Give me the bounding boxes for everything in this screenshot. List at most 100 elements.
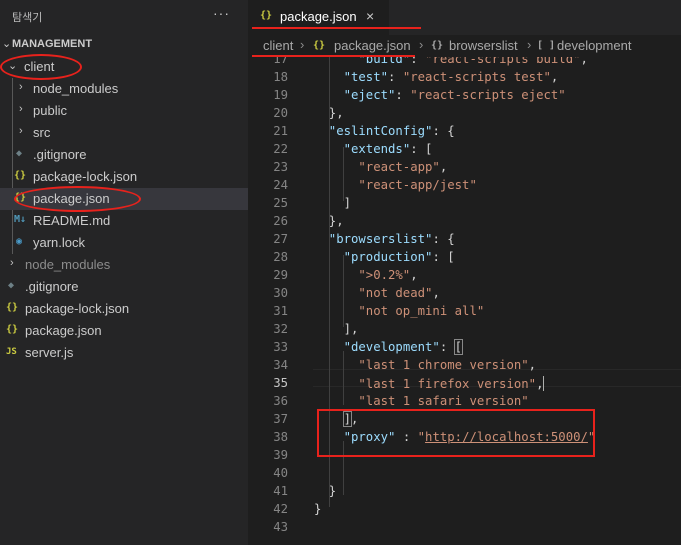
code-line[interactable]: 28 "production": [ [248,249,681,267]
code-line[interactable]: 35 "last 1 firefox version", [248,375,681,393]
breadcrumb-item-client[interactable]: client [263,38,293,53]
code-text: "eslintConfig": { [328,124,455,138]
chevron-right-icon: › [527,37,532,52]
line-number: 23 [273,160,288,174]
code-text: "last 1 safari version" [358,394,529,408]
tree-item-client-gitignore[interactable]: ◆ .gitignore [0,144,248,166]
tree-item-client-package-lock[interactable]: {} package-lock.json [0,166,248,188]
line-number: 29 [273,268,288,282]
code-text: }, [328,214,344,228]
code-line[interactable]: 41} [248,483,681,501]
breadcrumb-item-development[interactable]: development [557,38,631,53]
code-line[interactable]: 31 "not op_mini all" [248,303,681,321]
breadcrumb: client › {} package.json › {} browsersli… [248,35,681,57]
code-text: "not op_mini all" [358,304,485,318]
code-line[interactable]: 39 [248,447,681,465]
close-icon[interactable]: × [366,8,374,24]
editor-tab-bar: {} package.json × [248,0,681,35]
line-number: 17 [273,57,288,66]
array-icon: [ ] [537,40,556,51]
breadcrumb-item-browserslist[interactable]: browserslist [449,38,518,53]
code-line[interactable]: 25] [248,195,681,213]
object-icon: {} [431,40,444,51]
breadcrumb-item-package-json[interactable]: package.json [334,38,411,53]
code-line[interactable]: 18 "test": "react-scripts test", [248,69,681,87]
markdown-file-icon: M↓ [14,214,27,225]
code-line[interactable]: 24 "react-app/jest" [248,177,681,195]
code-text: "build": "react-scripts build", [358,57,588,66]
tree-item-label: package-lock.json [25,301,130,316]
code-line[interactable]: 27 "browserslist": { [248,231,681,249]
tree-item-readme[interactable]: M↓ README.md [0,210,248,232]
code-text: ] [343,196,351,210]
code-line[interactable]: 32], [248,321,681,339]
chevron-right-icon: › [19,81,23,93]
tree-item-client-package-json[interactable]: {} package.json [0,188,248,210]
code-line[interactable]: 23 "react-app", [248,159,681,177]
line-number: 35 [273,376,288,390]
json-file-icon: {} [6,324,19,335]
code-line[interactable]: 29 ">0.2%", [248,267,681,285]
code-line[interactable]: 26}, [248,213,681,231]
chevron-down-icon: ⌄ [2,38,12,50]
code-text: "last 1 firefox version", [358,376,545,391]
tree-item-public-folder[interactable]: › public [0,100,248,122]
code-text: ">0.2%", [358,268,418,282]
tree-item-server-js[interactable]: JS server.js [0,342,248,364]
line-number: 24 [273,178,288,192]
explorer-header: 탐색기 ··· [0,0,248,34]
yarn-file-icon: ◉ [16,236,23,247]
js-file-icon: JS [6,347,17,357]
code-line[interactable]: 34 "last 1 chrome version", [248,357,681,375]
workspace-folder-header[interactable]: ⌄ MANAGEMENT [0,35,248,55]
tree-item-yarn-lock[interactable]: ◉ yarn.lock [0,232,248,254]
line-number: 32 [273,322,288,336]
gitignore-file-icon: ◆ [16,148,23,159]
tree-item-client-folder[interactable]: ⌄ client [0,56,248,78]
code-text: "production": [ [343,250,455,264]
code-line[interactable]: 21 "eslintConfig": { [248,123,681,141]
code-line[interactable]: 30 "not dead", [248,285,681,303]
json-file-icon: {} [260,10,273,21]
explorer-title: 탐색기 [12,12,43,24]
code-text: }, [328,106,344,120]
code-line[interactable]: 38 "proxy" : "http://localhost:5000/" [248,429,681,447]
code-line[interactable]: 36 "last 1 safari version" [248,393,681,411]
tree-item-root-package-lock[interactable]: {} package-lock.json [0,298,248,320]
chevron-right-icon: › [10,257,14,269]
chevron-right-icon: › [19,103,23,115]
tree-item-root-package-json[interactable]: {} package.json [0,320,248,342]
tab-package-json[interactable]: {} package.json × [248,0,389,35]
more-actions-icon[interactable]: ··· [213,5,230,21]
tree-item-root-gitignore[interactable]: ◆ .gitignore [0,276,248,298]
line-number: 30 [273,286,288,300]
code-text: "browserslist": { [328,232,455,246]
line-number: 27 [273,232,288,246]
tree-item-root-node-modules[interactable]: › node_modules [0,254,248,276]
tree-item-label: .gitignore [33,147,87,162]
tree-item-label: src [33,125,51,140]
code-line[interactable]: 40 [248,465,681,483]
code-line[interactable]: 42} [248,501,681,519]
tree-item-label: package-lock.json [33,169,138,184]
tree-item-client-node-modules[interactable]: › node_modules [0,78,248,100]
code-text: "react-app", [358,160,448,174]
line-number: 34 [273,358,288,372]
chevron-right-icon: › [419,37,424,52]
code-line[interactable]: 20}, [248,105,681,123]
line-number: 19 [273,88,288,102]
code-line[interactable]: 37], [248,411,681,429]
code-line[interactable]: 19 "eject": "react-scripts eject" [248,87,681,105]
code-editor[interactable]: 17 "build": "react-scripts build", 18 "test… [248,57,681,545]
code-line[interactable]: 22 "extends": [ [248,141,681,159]
json-file-icon: {} [14,170,27,181]
code-line[interactable]: 33 "development": [ [248,339,681,357]
tree-item-src-folder[interactable]: › src [0,122,248,144]
chevron-down-icon: ⌄ [8,60,18,72]
line-number: 41 [273,484,288,498]
code-line[interactable]: 43 [248,519,681,537]
code-line[interactable]: 17 "build": "react-scripts build", [248,57,681,69]
tree-item-label: client [24,59,55,74]
tree-item-label: README.md [33,213,111,228]
line-number: 28 [273,250,288,264]
